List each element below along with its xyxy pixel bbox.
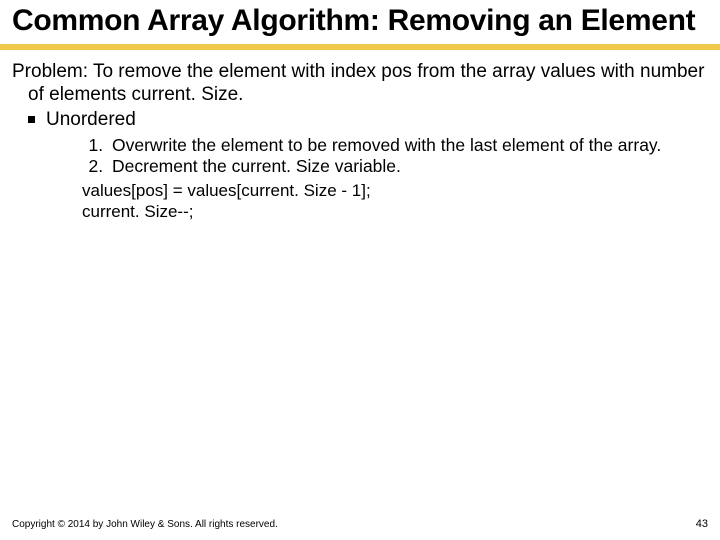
ordered-steps: Overwrite the element to be removed with… [46,135,706,178]
text: Decrement the [112,156,232,176]
slide: Common Array Algorithm: Removing an Elem… [0,0,720,540]
code-inline: current. Size [132,84,239,105]
slide-body: Problem: To remove the element with inde… [0,50,720,223]
list-item: Unordered Overwrite the element to be re… [28,108,706,222]
slide-title: Common Array Algorithm: Removing an Elem… [0,0,720,44]
code-inline: pos [381,61,412,82]
text: Problem: To remove the element with inde… [12,61,381,82]
code-inline: values [541,61,596,82]
code-line: values[pos] = values[current. Size - 1]; [82,180,706,201]
step-item: Decrement the current. Size variable. [108,156,706,177]
text: from the array [417,61,541,82]
step-item: Overwrite the element to be removed with… [108,135,706,156]
list-item-label: Unordered [46,109,136,130]
bullet-list: Unordered Overwrite the element to be re… [12,108,706,222]
text: . [238,84,243,105]
code-block: values[pos] = values[current. Size - 1];… [46,180,706,223]
problem-statement: Problem: To remove the element with inde… [12,60,706,106]
page-number: 43 [696,518,708,530]
code-line: current. Size--; [82,201,706,222]
code-inline: current. Size [232,156,330,176]
copyright-footer: Copyright © 2014 by John Wiley & Sons. A… [12,519,278,530]
text: variable. [335,156,401,176]
